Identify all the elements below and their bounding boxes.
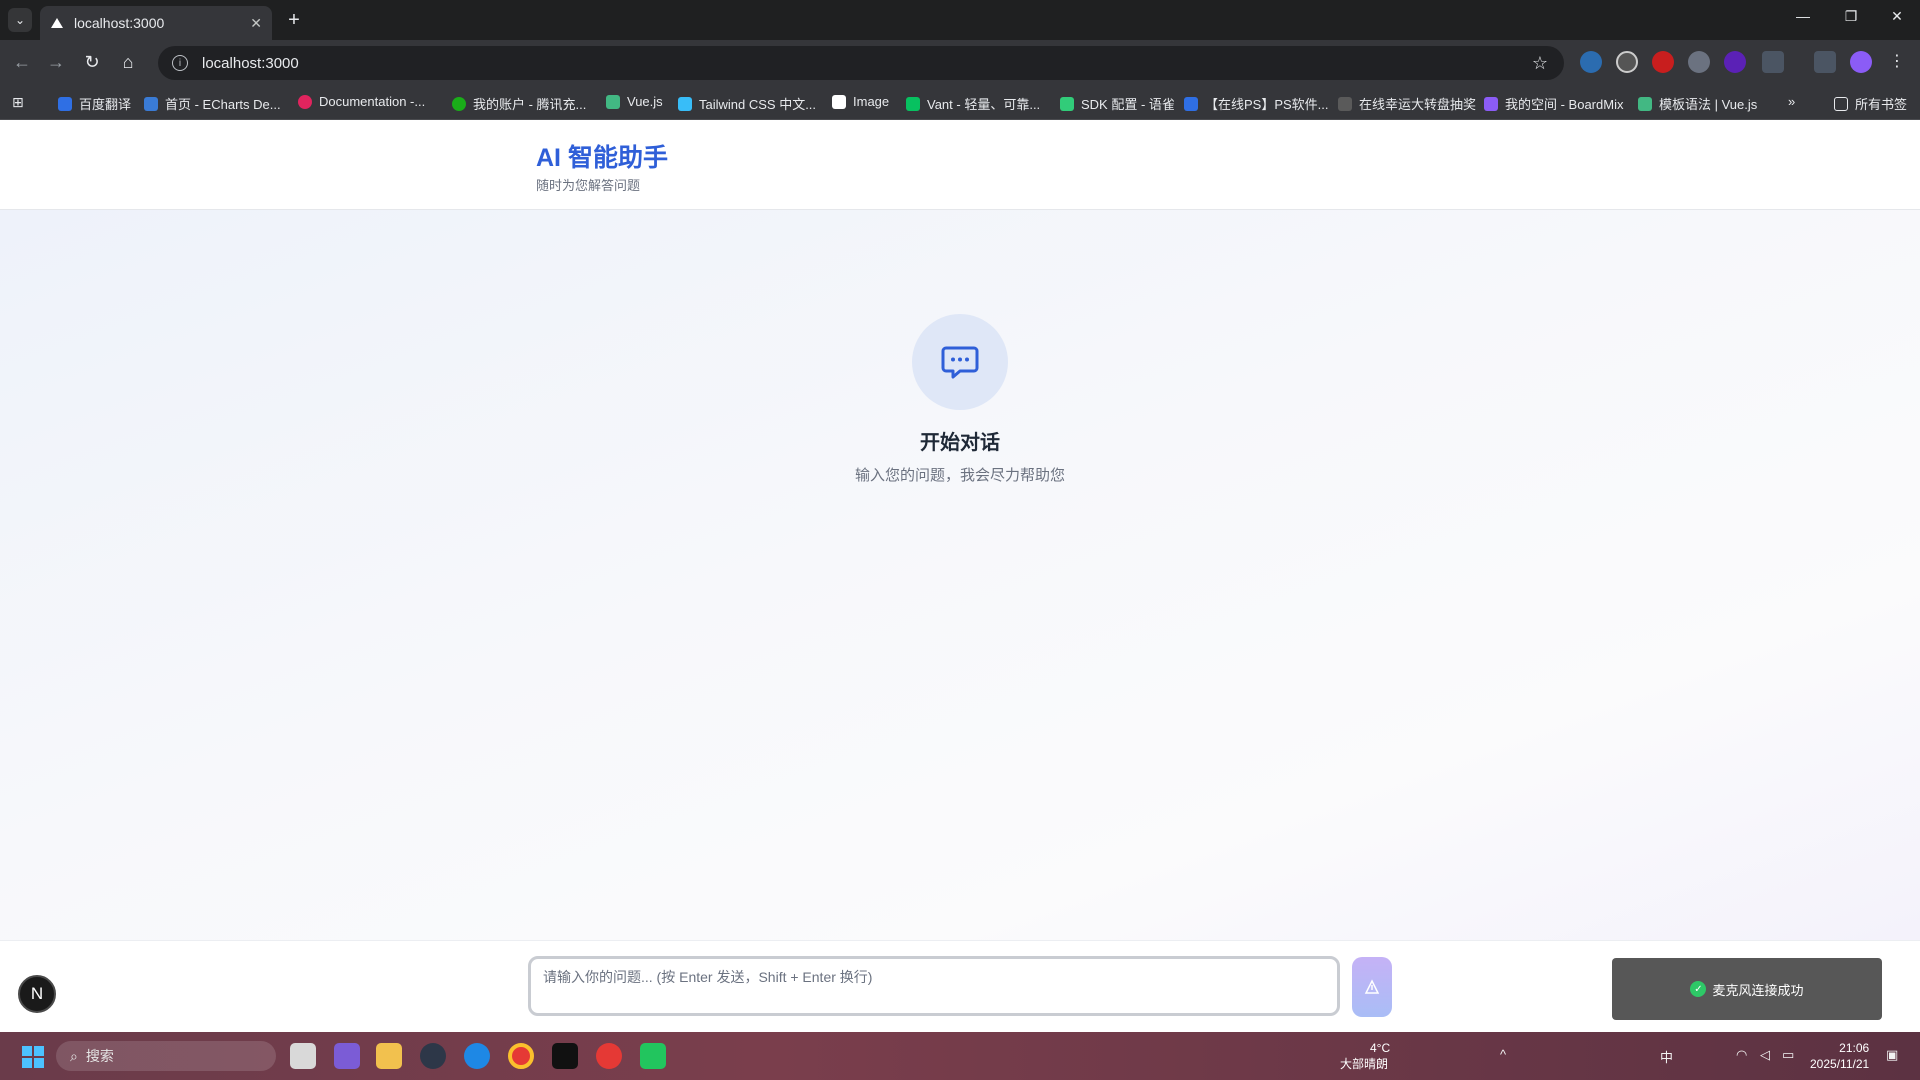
- apps-grid-icon[interactable]: ⊞: [12, 94, 24, 111]
- chat-input[interactable]: [528, 956, 1340, 1016]
- bookmark-item[interactable]: 模板语法 | Vue.js: [1638, 94, 1757, 113]
- home-icon[interactable]: ⌂: [116, 50, 140, 74]
- battery-icon[interactable]: ▭: [1782, 1047, 1794, 1063]
- bookmark-item[interactable]: 【在线PS】PS软件...: [1184, 94, 1329, 113]
- restore-icon[interactable]: ❐: [1836, 8, 1866, 25]
- system-clock[interactable]: 21:06 2025/11/21: [1810, 1040, 1869, 1072]
- extension-icon[interactable]: [1724, 51, 1746, 73]
- chrome-icon[interactable]: [508, 1043, 534, 1069]
- chat-bubble-icon: [912, 314, 1008, 410]
- forward-icon[interactable]: →: [44, 50, 68, 74]
- tray-expand-icon[interactable]: ^: [1500, 1047, 1506, 1062]
- back-icon[interactable]: ←: [10, 50, 34, 74]
- app-title: AI 智能助手: [536, 144, 668, 172]
- bookmark-star-icon[interactable]: ☆: [1532, 53, 1548, 74]
- extension-icon[interactable]: [1580, 51, 1602, 73]
- extension-icon[interactable]: [1652, 51, 1674, 73]
- app-icon[interactable]: [552, 1043, 578, 1069]
- input-bar: N ✓ 麦克风连接成功: [0, 940, 1920, 1032]
- send-button[interactable]: [1352, 957, 1392, 1017]
- new-tab-button[interactable]: +: [282, 8, 306, 32]
- taskbar-search[interactable]: ⌕ 搜索: [56, 1041, 276, 1071]
- send-icon: [1364, 979, 1380, 994]
- tab-search-button[interactable]: ⌄: [8, 8, 32, 32]
- weather-widget[interactable]: 4°C 大部晴朗: [1340, 1040, 1390, 1072]
- dev-tools-avatar[interactable]: N: [18, 975, 56, 1013]
- minimize-icon[interactable]: —: [1788, 8, 1818, 24]
- extensions-puzzle-icon[interactable]: [1762, 51, 1784, 73]
- download-icon[interactable]: [1814, 51, 1836, 73]
- bookmark-item[interactable]: Tailwind CSS 中文...: [678, 94, 816, 113]
- extension-icon[interactable]: [1688, 51, 1710, 73]
- volume-icon[interactable]: ◁: [1760, 1047, 1770, 1063]
- weather-desc: 大部晴朗: [1340, 1057, 1389, 1071]
- clock-date: 2025/11/21: [1810, 1057, 1870, 1071]
- os-taskbar: ⌕ 搜索 4°C 大部晴朗 ^ 中 ◠ ◁ ▭ 21:06 2025/11/21…: [0, 1032, 1920, 1080]
- search-icon: ⌕: [70, 1047, 78, 1064]
- address-bar[interactable]: i localhost:3000 ☆: [158, 46, 1564, 80]
- app-icon[interactable]: [420, 1043, 446, 1069]
- bookmark-item[interactable]: Vue.js: [606, 94, 663, 109]
- weather-temp: 4°C: [1370, 1041, 1391, 1055]
- profile-avatar[interactable]: [1850, 51, 1872, 73]
- reload-icon[interactable]: ↻: [80, 50, 104, 74]
- success-check-icon: ✓: [1690, 981, 1707, 997]
- task-view-icon[interactable]: [290, 1043, 316, 1069]
- bookmarks-bar: ⊞ 百度翻译 首页 - ECharts De... Documentation …: [0, 84, 1920, 120]
- bookmark-item[interactable]: SDK 配置 - 语雀: [1060, 94, 1175, 113]
- site-info-icon[interactable]: i: [172, 55, 188, 71]
- wifi-icon[interactable]: ◠: [1736, 1047, 1747, 1063]
- file-explorer-icon[interactable]: [376, 1043, 402, 1069]
- tab-close-icon[interactable]: ✕: [250, 15, 262, 32]
- browser-menu-icon[interactable]: ⋮: [1886, 51, 1908, 73]
- extension-icon[interactable]: [1616, 51, 1638, 73]
- windows-start-icon[interactable]: [22, 1046, 44, 1068]
- vercel-icon: [51, 18, 63, 28]
- vscode-icon[interactable]: [334, 1043, 360, 1069]
- bookmark-item[interactable]: 我的空间 - BoardMix: [1484, 94, 1623, 113]
- clock-time: 21:06: [1839, 1041, 1870, 1055]
- tab-title: localhost:3000: [74, 15, 165, 31]
- close-window-icon[interactable]: ✕: [1882, 8, 1912, 25]
- bookmark-item[interactable]: Image: [832, 94, 889, 109]
- app-header: AI 智能助手 随时为您解答问题: [0, 120, 1920, 210]
- toast-notification: ✓ 麦克风连接成功: [1612, 958, 1882, 1020]
- bookmark-item[interactable]: 百度翻译: [58, 94, 131, 113]
- empty-state-description: 输入您的问题，我会尽力帮助您: [854, 467, 1065, 484]
- notification-icon[interactable]: ▣: [1886, 1047, 1898, 1063]
- bookmark-item[interactable]: Vant - 轻量、可靠...: [906, 94, 1040, 113]
- bookmark-item[interactable]: 首页 - ECharts De...: [144, 94, 281, 113]
- bookmark-folder[interactable]: 所有书签: [1834, 94, 1907, 113]
- bookmark-item[interactable]: 在线幸运大转盘抽奖: [1338, 94, 1476, 113]
- url-text: localhost:3000: [202, 54, 299, 72]
- bookmark-item[interactable]: Documentation -...: [298, 94, 425, 109]
- browser-tab[interactable]: localhost:3000 ✕: [40, 6, 272, 40]
- bookmark-item[interactable]: 我的账户 - 腾讯充...: [452, 94, 586, 113]
- chat-area: 开始对话 输入您的问题，我会尽力帮助您: [0, 210, 1920, 940]
- edge-icon[interactable]: [464, 1043, 490, 1069]
- app-icon[interactable]: [640, 1043, 666, 1069]
- app-icon[interactable]: [596, 1043, 622, 1069]
- taskbar-search-label: 搜索: [85, 1048, 114, 1064]
- app-subtitle: 随时为您解答问题: [536, 178, 641, 193]
- browser-tab-strip: ⌄ localhost:3000 ✕ + — ❐ ✕: [0, 0, 1920, 40]
- empty-state-title: 开始对话: [920, 432, 1000, 454]
- ime-indicator[interactable]: 中: [1660, 1047, 1673, 1066]
- toast-text: 麦克风连接成功: [1712, 982, 1804, 998]
- more-bookmarks-icon[interactable]: »: [1788, 94, 1795, 109]
